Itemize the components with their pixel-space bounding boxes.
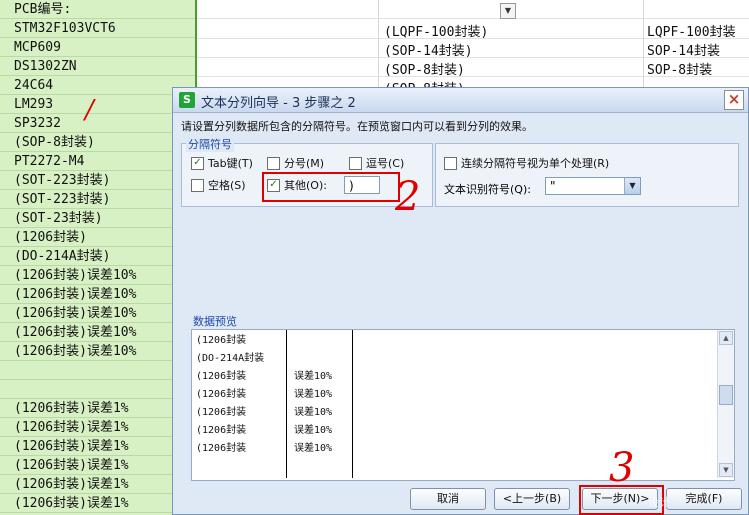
cell-a21[interactable] [0,380,195,399]
preview-cell-col2: 误差10% [294,443,333,454]
cell-a12[interactable]: (SOT-23封装) [0,209,195,228]
cell-a1[interactable]: PCB编号: [0,0,195,19]
instruction-text: 请设置分列数据所包含的分隔符号。在预览窗口内可以看到分列的效果。 [181,120,533,133]
cell-a17[interactable]: (1206封装)误差10% [0,304,195,323]
cell-a11[interactable]: (SOT-223封装) [0,190,195,209]
preview-row: (DO-214A封装 [196,350,264,368]
preview-cell-col2: 误差10% [294,371,333,382]
cell-a18[interactable]: (1206封装)误差10% [0,323,195,342]
checkbox-box [349,156,362,170]
cell-a23[interactable]: (1206封装)误差1% [0,418,195,437]
tab-checkbox-label: Tab键(T) [208,157,253,170]
checkbox-box [267,156,280,170]
app-icon: S [179,92,195,108]
qualifier-select[interactable]: " ▼ [545,177,641,195]
comma-checkbox-label: 逗号(C) [366,157,405,170]
scroll-down-icon[interactable]: ▼ [719,463,733,477]
preview-cell-col1: (1206封装 [196,335,247,346]
preview-cell-col1: (1206封装 [196,389,247,400]
cell-a22[interactable]: (1206封装)误差1% [0,399,195,418]
preview-row: (1206封装 误差10% [196,404,332,422]
cancel-button[interactable]: 取消 [410,488,486,510]
preview-title: 数据预览 [193,315,237,328]
preview-cell-col1: (DO-214A封装 [196,353,265,364]
cell-a8[interactable]: (SOP-8封装) [0,133,195,152]
cell-a9[interactable]: PT2272-M4 [0,152,195,171]
preview-cell-col2: 误差10% [294,425,333,436]
delimiters-group-title: 分隔符号 [186,136,234,152]
cell-a20[interactable] [0,361,195,380]
comma-checkbox[interactable]: 逗号(C) [349,156,405,171]
checkmark-icon: ✓ [191,156,204,170]
cell-a13[interactable]: (1206封装) [0,228,195,247]
filter-dropdown-icon[interactable]: ▼ [500,3,516,19]
scroll-thumb[interactable] [719,385,733,405]
preview-cell-col2: 误差10% [294,389,333,400]
cell-a5[interactable]: 24C64 [0,76,195,95]
back-button[interactable]: <上一步(B) [494,488,570,510]
data-preview: (1206封装 (DO-214A封装 (1206封装 误差10% (1206封装 误差10… [191,329,735,481]
qualifier-label: 文本识别符号(Q): [444,183,531,196]
cell-a27[interactable]: (1206封装)误差1% [0,494,195,513]
cell-e4[interactable]: SOP-8封装 [647,59,712,78]
annotation-mark-3: 3 [609,445,635,491]
cell-a7[interactable]: SP3232 [0,114,195,133]
cell-a3[interactable]: MCP609 [0,38,195,57]
chevron-down-icon[interactable]: ▼ [624,178,640,194]
preview-cell-col1: (1206封装 [196,371,247,382]
consecutive-checkbox[interactable]: 连续分隔符号视为单个处理(R) [444,156,610,171]
cell-a25[interactable]: (1206封装)误差1% [0,456,195,475]
dialog-title: 文本分列向导 - 3 步骤之 2 [201,96,356,111]
text-to-columns-dialog: S 文本分列向导 - 3 步骤之 2 × 请设置分列数据所包含的分隔符号。在预览… [172,87,749,515]
preview-scrollbar[interactable]: ▲ ▼ [717,330,734,478]
annotation-mark-2: 2 [395,174,421,220]
preview-row: (1206封装 误差10% [196,422,332,440]
cell-a15[interactable]: (1206封装)误差10% [0,266,195,285]
preview-row: (1206封装 误差10% [196,386,332,404]
cell-a14[interactable]: (DO-214A封装) [0,247,195,266]
cell-a6[interactable]: LM293 [0,95,195,114]
space-checkbox-label: 空格(S) [208,179,246,192]
preview-cell-col1: (1206封装 [196,425,247,436]
preview-row: (1206封装 误差10% [196,440,332,458]
cell-a16[interactable]: (1206封装)误差10% [0,285,195,304]
cell-a24[interactable]: (1206封装)误差1% [0,437,195,456]
cell-e3[interactable]: SOP-14封装 [647,40,720,59]
dialog-titlebar[interactable]: S 文本分列向导 - 3 步骤之 2 × [173,88,748,113]
preview-cell-col1: (1206封装 [196,443,247,454]
cell-c2[interactable]: (LQPF-100封装) [384,21,488,40]
cell-e2[interactable]: LQPF-100封装 [647,21,736,40]
cell-c4[interactable]: (SOP-8封装) [384,59,465,78]
watermark-text: 设计 [648,496,670,509]
cell-c3[interactable]: (SOP-14封装) [384,40,473,59]
options-group [435,143,739,207]
preview-column-separator [352,330,353,478]
semicolon-checkbox-label: 分号(M) [284,157,325,170]
tab-checkbox[interactable]: ✓ Tab键(T) [191,156,253,171]
preview-row: (1206封装 误差10% [196,368,332,386]
close-button[interactable]: × [724,90,744,110]
cell-a10[interactable]: (SOT-223封装) [0,171,195,190]
cell-a2[interactable]: STM32F103VCT6 [0,19,195,38]
preview-cell-col2: 误差10% [294,407,333,418]
preview-cell-col1: (1206封装 [196,407,247,418]
semicolon-checkbox[interactable]: 分号(M) [267,156,325,171]
qualifier-value: " [550,179,556,193]
cell-a26[interactable]: (1206封装)误差1% [0,475,195,494]
space-checkbox[interactable]: 空格(S) [191,178,246,193]
annotation-mark-1: / [85,95,94,125]
highlight-box-other [262,172,400,202]
scroll-up-icon[interactable]: ▲ [719,331,733,345]
consecutive-checkbox-label: 连续分隔符号视为单个处理(R) [461,157,610,170]
checkbox-box [191,178,204,192]
cell-a19[interactable]: (1206封装)误差10% [0,342,195,361]
row-gridline [197,18,749,19]
cell-a4[interactable]: DS1302ZN [0,57,195,76]
preview-row: (1206封装 [196,332,246,350]
checkbox-box [444,156,457,170]
finish-button[interactable]: 完成(F) [666,488,742,510]
preview-column-separator [286,330,287,478]
